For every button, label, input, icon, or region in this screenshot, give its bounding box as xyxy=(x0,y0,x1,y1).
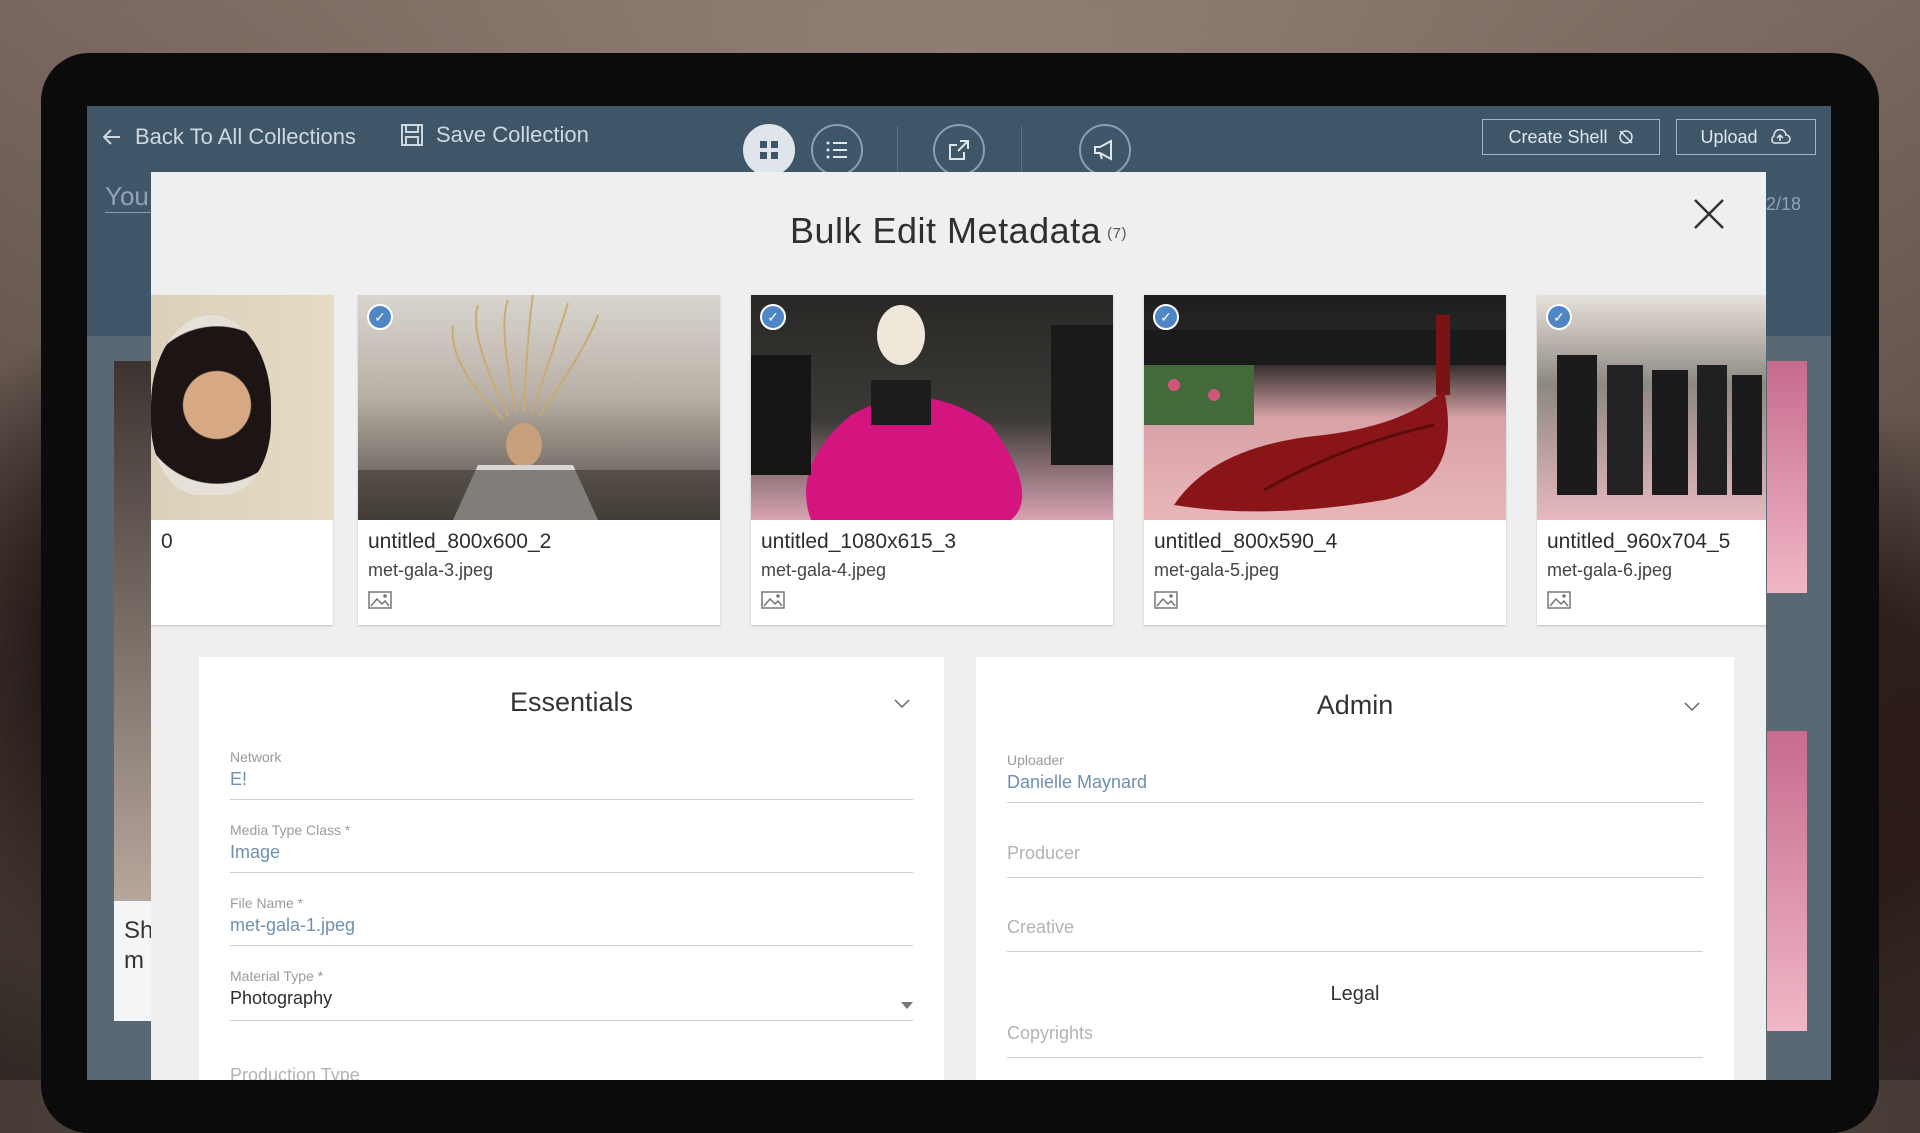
background-card-subtitle: m xyxy=(124,947,144,974)
uploader-label: Uploader xyxy=(1007,752,1064,768)
image-type-icon xyxy=(1547,591,1571,609)
thumbnail-image xyxy=(358,295,720,520)
thumbnail-image xyxy=(751,295,1113,520)
thumbnail-filename: met-gala-3.jpeg xyxy=(368,560,494,580)
thumbnail-card[interactable]: ✓ untitled_960x704_5 met-gala-6.jpeg xyxy=(1537,295,1766,625)
background-card-title: Sh xyxy=(124,917,154,944)
thumbnail-image xyxy=(151,295,333,520)
media-type-class-label: Media Type Class * xyxy=(230,822,351,838)
copyrights-placeholder: Copyrights xyxy=(1007,1023,1094,1043)
background-photo-card xyxy=(1767,361,1807,593)
announce-button[interactable] xyxy=(1079,124,1131,176)
essentials-title: Essentials xyxy=(509,687,634,717)
thumbnail-card[interactable]: ✓ untitled_800x590_4 met-gala-5.jpeg xyxy=(1144,295,1506,625)
thumbnail-filename: met-gala-6.jpeg xyxy=(1547,560,1673,580)
cloud-upload-icon xyxy=(1770,129,1791,144)
admin-panel: Admin Uploader Danielle Maynard Producer… xyxy=(976,657,1734,1080)
media-type-class-value: Image xyxy=(230,842,281,862)
material-type-select[interactable]: Material Type * Photography xyxy=(230,968,913,1021)
thumbnail-strip[interactable]: 0 ✓ untitled_800x600_2 met-gala-3.jpeg ✓… xyxy=(151,295,1766,625)
legal-section-header: Legal xyxy=(1330,983,1380,1005)
thumbnail-title: untitled_960x704_5 xyxy=(1547,530,1731,553)
celine-headdress-illustration xyxy=(358,295,720,520)
thumbnail-filename: met-gala-4.jpeg xyxy=(761,560,887,580)
background-card: Sh m xyxy=(114,361,154,1021)
create-shell-label: Create Shell xyxy=(1508,126,1608,147)
file-name-value: met-gala-1.jpeg xyxy=(230,915,356,935)
list-icon xyxy=(826,141,847,159)
file-name-label: File Name * xyxy=(230,895,304,911)
external-link-icon xyxy=(949,140,969,160)
production-type-field[interactable]: Production Type xyxy=(230,1057,913,1080)
thumbnail-title: 0 xyxy=(161,530,173,553)
network-field[interactable]: Network E! xyxy=(230,749,913,800)
thumbnail-image xyxy=(1144,295,1506,520)
upload-label: Upload xyxy=(1700,126,1758,147)
selected-count: (7) xyxy=(1107,224,1127,242)
chevron-down-icon[interactable] xyxy=(894,699,910,709)
bulk-edit-modal: Bulk Edit Metadata (7) 0 ✓ untitled_800x… xyxy=(151,172,1766,1080)
close-icon[interactable] xyxy=(1692,197,1726,231)
save-collection-button[interactable]: Save Collection xyxy=(400,122,589,148)
modal-title-text: Bulk Edit Metadata xyxy=(789,210,1102,251)
thumbnail-title: untitled_800x600_2 xyxy=(368,530,552,553)
essentials-panel: Essentials Network E! Media Type Class *… xyxy=(199,657,944,1080)
network-label: Network xyxy=(230,749,282,765)
save-icon xyxy=(401,124,423,146)
upload-button[interactable]: Upload xyxy=(1676,119,1816,155)
back-to-collections-link[interactable]: Back To All Collections xyxy=(103,124,356,150)
toolbar-divider xyxy=(897,126,898,178)
chevron-down-icon[interactable] xyxy=(1684,702,1700,712)
thumbnail-card[interactable]: 0 xyxy=(151,295,333,625)
thumbnail-title: untitled_1080x615_3 xyxy=(761,530,957,553)
material-type-label: Material Type * xyxy=(230,968,324,984)
thumbnail-card[interactable]: ✓ untitled_800x600_2 met-gala-3.jpeg xyxy=(358,295,720,625)
network-value: E! xyxy=(230,769,248,789)
uploader-field[interactable]: Uploader Danielle Maynard xyxy=(1007,752,1703,803)
toolbar-divider xyxy=(1021,126,1022,178)
file-name-field[interactable]: File Name * met-gala-1.jpeg xyxy=(230,895,913,946)
uploader-value: Danielle Maynard xyxy=(1007,772,1148,792)
media-type-class-field[interactable]: Media Type Class * Image xyxy=(230,822,913,873)
grid-view-button[interactable] xyxy=(743,124,795,176)
list-view-button[interactable] xyxy=(811,124,863,176)
selected-check-icon[interactable]: ✓ xyxy=(1546,304,1572,330)
producer-field[interactable]: Producer xyxy=(1007,825,1703,878)
modal-title: Bulk Edit Metadata (7) xyxy=(151,210,1766,252)
thumbnail-image xyxy=(1537,295,1766,520)
background-photo-card xyxy=(1767,731,1807,1031)
megaphone-icon xyxy=(1094,139,1112,161)
creative-placeholder: Creative xyxy=(1007,917,1075,937)
creative-field[interactable]: Creative xyxy=(1007,899,1703,952)
material-type-value: Photography xyxy=(230,988,333,1008)
image-type-icon xyxy=(368,591,392,609)
no-image-icon xyxy=(1618,130,1633,144)
production-type-placeholder: Production Type xyxy=(230,1065,360,1080)
dropdown-caret-icon xyxy=(901,1002,913,1009)
red-gown-illustration xyxy=(1144,315,1506,512)
copyrights-field[interactable]: Copyrights xyxy=(1007,1005,1703,1058)
selected-check-icon[interactable]: ✓ xyxy=(760,304,786,330)
thumbnail-title: untitled_800x590_4 xyxy=(1154,530,1338,553)
producer-placeholder: Producer xyxy=(1007,843,1081,863)
share-button[interactable] xyxy=(933,124,985,176)
grid-icon xyxy=(760,141,778,159)
create-shell-button[interactable]: Create Shell xyxy=(1482,119,1660,155)
save-collection-label: Save Collection xyxy=(436,122,589,147)
back-link-label: Back To All Collections xyxy=(135,124,356,149)
image-type-icon xyxy=(1154,591,1178,609)
selected-check-icon[interactable]: ✓ xyxy=(367,304,393,330)
thumbnail-filename: met-gala-5.jpeg xyxy=(1154,560,1280,580)
thumbnail-card[interactable]: ✓ untitled_1080x615_3 met-gala-4.jpeg xyxy=(751,295,1113,625)
admin-title: Admin xyxy=(1316,690,1394,720)
image-type-icon xyxy=(761,591,785,609)
arrow-left-icon xyxy=(103,129,120,145)
selected-check-icon[interactable]: ✓ xyxy=(1153,304,1179,330)
group-walking-illustration xyxy=(1557,355,1762,495)
pink-gown-illustration xyxy=(751,305,1113,520)
